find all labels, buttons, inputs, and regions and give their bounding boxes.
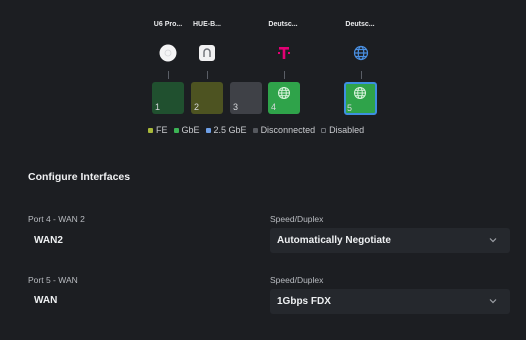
port-4-name-field[interactable]: WAN2 — [34, 235, 63, 246]
port-5-name-field[interactable]: WAN — [34, 295, 57, 306]
select-value: 1Gbps FDX — [277, 296, 331, 307]
globe-icon — [278, 87, 290, 99]
legend-swatch — [205, 127, 211, 133]
section-title: Configure Interfaces — [28, 171, 131, 183]
device-label-deutsche-telekom-1: Deutsc... — [268, 21, 298, 28]
port-4-label: Port 4 - WAN 2 — [28, 214, 85, 224]
legend-item-disabled: Disabled — [321, 125, 364, 135]
chevron-down-icon — [489, 238, 497, 243]
globe-icon — [354, 87, 366, 99]
port-number: 4 — [271, 102, 277, 112]
legend-item-fe: FE — [148, 125, 168, 135]
legend-item-gbe: GbE — [173, 125, 200, 135]
device-label-deutsche-telekom-2: Deutsc... — [345, 21, 375, 28]
port-4[interactable]: 4 — [268, 82, 300, 114]
globe-icon[interactable] — [352, 44, 370, 62]
legend-swatch — [321, 127, 327, 133]
connector-line — [168, 71, 169, 79]
port-5[interactable]: 5 — [344, 82, 377, 115]
port-5-speed-select[interactable]: 1Gbps FDX — [270, 289, 510, 314]
chevron-down-icon — [489, 299, 497, 304]
legend-label: GbE — [181, 125, 200, 135]
port-number: 2 — [194, 102, 200, 112]
connector-line — [207, 71, 208, 79]
telekom-logo-icon[interactable] — [275, 44, 293, 62]
legend-swatch — [173, 127, 179, 133]
legend-label: Disabled — [329, 125, 365, 135]
access-point-icon[interactable] — [159, 44, 177, 62]
legend-item-disconnected: Disconnected — [252, 125, 316, 135]
device-label-hue-bridge: HUE-B... — [193, 21, 221, 28]
connector-line — [284, 71, 285, 79]
port-1[interactable]: 1 — [152, 82, 184, 114]
port-4-speed-select[interactable]: Automatically Negotiate — [270, 228, 510, 253]
port-number: 5 — [347, 103, 353, 113]
legend-item-2-5-gbe: 2.5 GbE — [205, 125, 247, 135]
legend-swatch — [148, 127, 153, 133]
legend-label: FE — [156, 125, 168, 135]
port-5-label: Port 5 - WAN — [28, 275, 78, 285]
port-3[interactable]: 3 — [230, 82, 262, 114]
legend-swatch — [252, 127, 258, 133]
port-legend: FE GbE 2.5 GbE Disconnected Disabled — [148, 125, 364, 135]
port-5-speed-label: Speed/Duplex — [270, 275, 324, 285]
port-4-speed-label: Speed/Duplex — [270, 214, 324, 224]
select-value: Automatically Negotiate — [277, 235, 391, 246]
connector-line — [361, 71, 362, 79]
port-2[interactable]: 2 — [191, 82, 223, 114]
port-number: 3 — [233, 102, 239, 112]
legend-label: 2.5 GbE — [213, 125, 247, 135]
legend-label: Disconnected — [260, 125, 316, 135]
hue-bridge-icon[interactable] — [198, 44, 216, 62]
port-number: 1 — [155, 102, 161, 112]
